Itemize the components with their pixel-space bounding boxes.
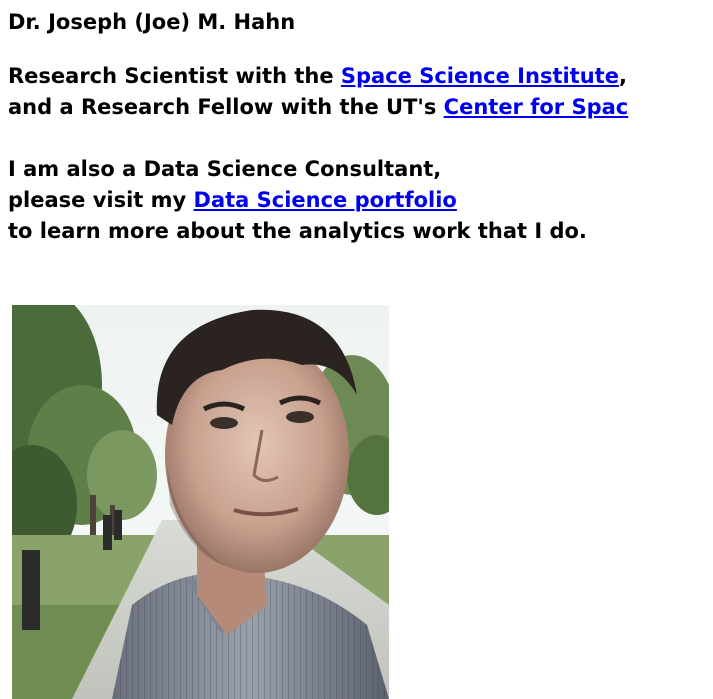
data-science-portfolio-link[interactable]: Data Science portfolio xyxy=(194,188,457,212)
consult-line-2-prefix: please visit my xyxy=(8,188,194,212)
page-title: Dr. Joseph (Joe) M. Hahn xyxy=(8,10,296,34)
consult-line-3: to learn more about the analytics work t… xyxy=(8,219,587,243)
intro-line-2-prefix: and a Research Fellow with the UT's xyxy=(8,95,444,119)
portrait-photo xyxy=(12,305,389,699)
intro-line-1: Research Scientist with the Space Scienc… xyxy=(8,61,628,92)
consult-line-2: please visit my Data Science portfolio xyxy=(8,185,587,216)
space-science-institute-link[interactable]: Space Science Institute xyxy=(341,64,619,88)
consultant-paragraph: I am also a Data Science Consultant, ple… xyxy=(8,154,587,247)
center-for-space-link[interactable]: Center for Spac xyxy=(444,95,629,119)
intro-line-1-prefix: Research Scientist with the xyxy=(8,64,341,88)
intro-paragraph: Research Scientist with the Space Scienc… xyxy=(8,61,628,123)
consult-line-1: I am also a Data Science Consultant, xyxy=(8,157,442,181)
intro-line-1-suffix: , xyxy=(618,64,627,88)
intro-line-2: and a Research Fellow with the UT's Cent… xyxy=(8,92,628,123)
portrait-illustration xyxy=(12,305,389,699)
